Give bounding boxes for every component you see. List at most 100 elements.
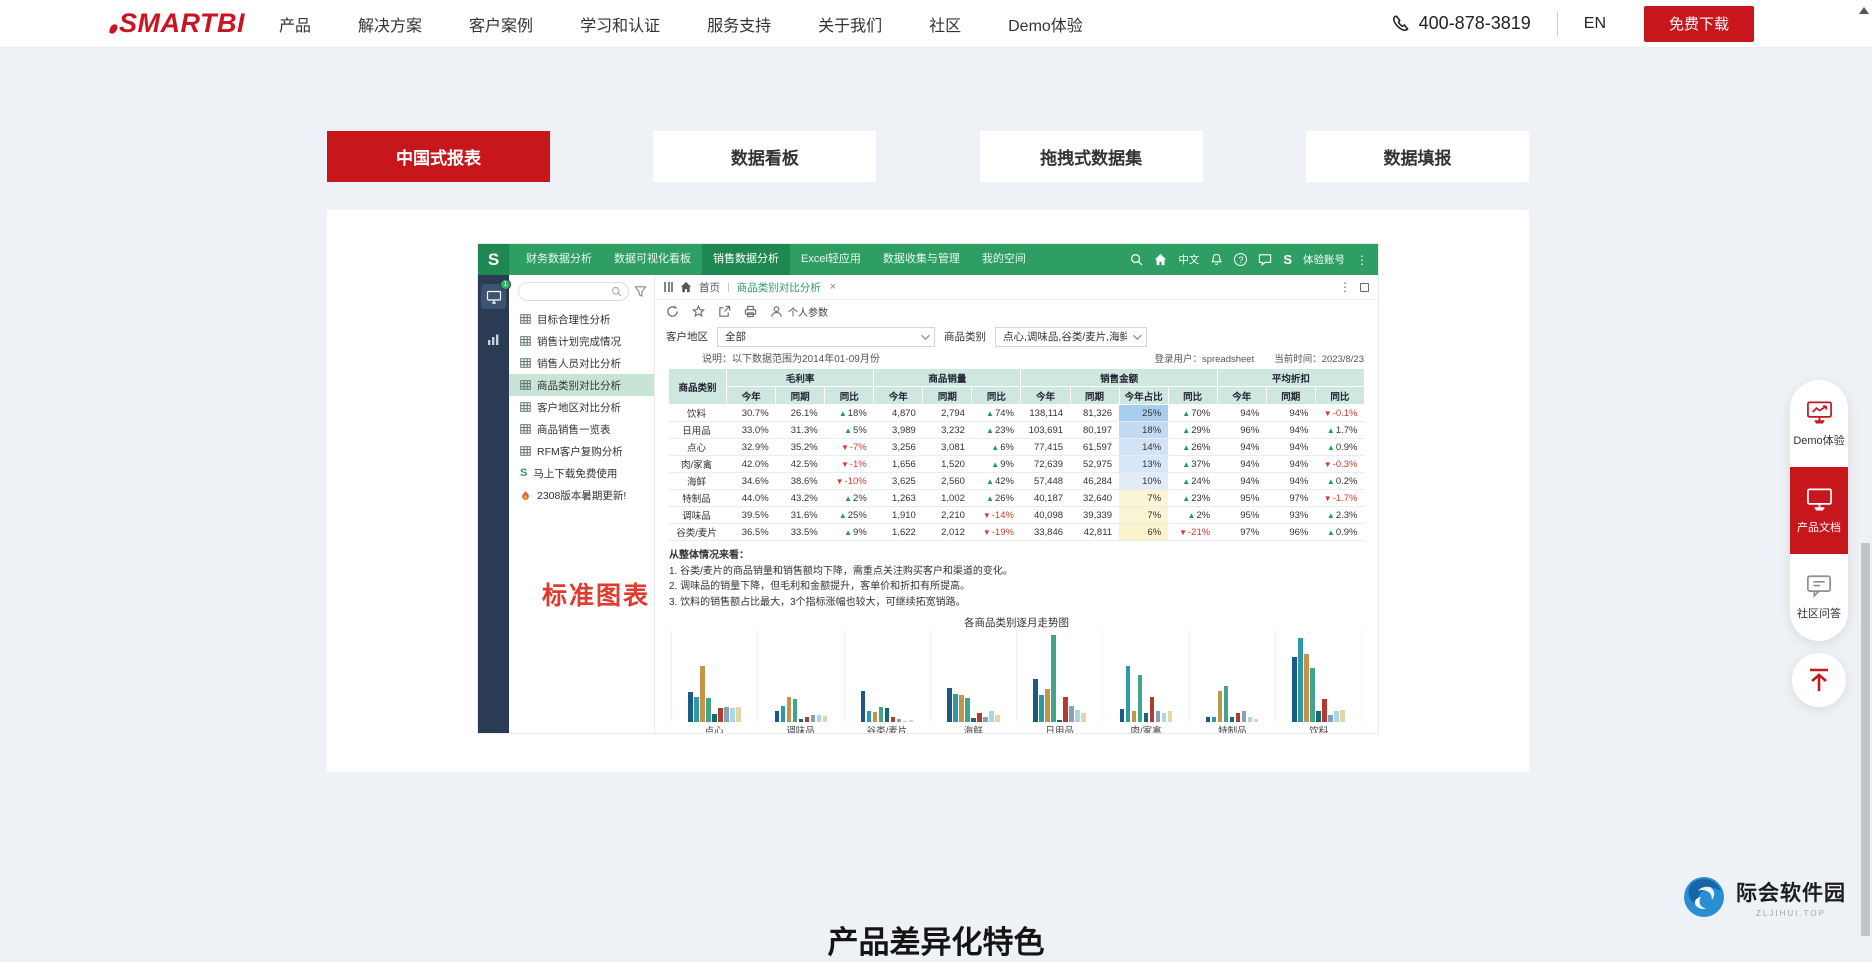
chart-bar <box>953 694 958 722</box>
chart-bar <box>724 707 729 722</box>
chart-category-label: 调味品 <box>757 723 843 734</box>
app-menu-item-数据收集与管理[interactable]: 数据收集与管理 <box>872 244 971 275</box>
panel-toggle-icon[interactable] <box>664 282 673 292</box>
scrollbar-thumb[interactable] <box>1861 543 1870 936</box>
filter-funnel-icon[interactable] <box>634 285 647 298</box>
home-icon[interactable] <box>680 281 692 293</box>
sidebar-report-item[interactable]: RFM客户复购分析 <box>509 440 654 462</box>
nav-item-解决方案[interactable]: 解决方案 <box>358 12 422 36</box>
print-icon[interactable] <box>744 305 757 318</box>
tab-options-icon[interactable]: ⋮ <box>1339 280 1351 294</box>
nav-item-关于我们[interactable]: 关于我们 <box>818 12 882 36</box>
sidebar-search-input[interactable] <box>518 282 629 301</box>
float-item-Demo体验[interactable]: Demo体验 <box>1790 380 1848 467</box>
tab-拖拽式数据集[interactable]: 拖拽式数据集 <box>980 131 1203 182</box>
chart-bar <box>1033 679 1038 722</box>
nav-item-服务支持[interactable]: 服务支持 <box>707 12 771 36</box>
smartbi-logo[interactable]: SMARTBI <box>110 10 245 37</box>
sidebar-report-item[interactable]: 客户地区对比分析 <box>509 396 654 418</box>
tab-数据填报[interactable]: 数据填报 <box>1306 131 1529 182</box>
table-cell: 3,989 <box>874 422 923 439</box>
nav-item-社区[interactable]: 社区 <box>929 12 961 36</box>
float-item-社区问答[interactable]: 社区问答 <box>1790 554 1848 641</box>
tab-数据看板[interactable]: 数据看板 <box>653 131 876 182</box>
language-toggle[interactable]: 中文 <box>1178 252 1199 267</box>
table-subheader: 同比 <box>1168 387 1217 405</box>
category-filter-select[interactable]: 点心,调味品,谷类/麦片,海鲜,E <box>995 327 1147 347</box>
favorite-star-icon[interactable] <box>692 305 705 318</box>
table-cell: 25% <box>1119 405 1168 422</box>
category-filter-label: 商品类别 <box>944 329 986 344</box>
table-cell: ▲24% <box>1168 473 1217 490</box>
chart-bar <box>861 691 866 722</box>
chart-bar <box>817 715 822 722</box>
sidebar-report-item[interactable]: 商品销售一览表 <box>509 418 654 440</box>
phone-number: 400-878-3819 <box>1419 13 1531 34</box>
search-icon[interactable] <box>1130 253 1143 266</box>
account-name[interactable]: 体验账号 <box>1303 252 1345 267</box>
user-parameters-label[interactable]: 个人参数 <box>788 304 828 319</box>
table-header-商品类别: 商品类别 <box>669 369 727 405</box>
table-cell-category: 日用品 <box>669 422 727 439</box>
phone-icon <box>1391 14 1410 33</box>
app-menu-item-我的空间[interactable]: 我的空间 <box>971 244 1037 275</box>
app-menu-item-数据可视化看板[interactable]: 数据可视化看板 <box>603 244 702 275</box>
chat-icon[interactable] <box>1258 253 1272 266</box>
table-header-平均折扣: 平均折扣 <box>1217 369 1364 387</box>
table-cell: 32,640 <box>1070 490 1119 507</box>
table-cell: 2,012 <box>923 524 972 541</box>
current-time: 当前时间：2023/8/23 <box>1274 351 1364 365</box>
help-icon[interactable]: ? <box>1234 253 1247 266</box>
table-cell: ▼-7% <box>825 439 874 456</box>
table-cell: ▼-14% <box>972 507 1021 524</box>
sidebar-item-label: 销售计划完成情况 <box>537 334 621 349</box>
maximize-icon[interactable] <box>1360 283 1369 292</box>
user-parameters-icon[interactable] <box>770 305 783 318</box>
active-report-tab[interactable]: 商品类别对比分析 <box>737 280 821 295</box>
chart-bar <box>736 707 741 722</box>
table-row: 日用品33.0%31.3%▲5%3,9893,232▲23%103,69180,… <box>669 422 1365 439</box>
export-icon[interactable] <box>718 305 731 318</box>
rail-chart-icon[interactable] <box>481 326 506 351</box>
chart-bar <box>706 698 711 722</box>
sidebar-report-item[interactable]: 目标合理性分析 <box>509 308 654 330</box>
sidebar-report-item[interactable]: 2308版本暑期更新! <box>509 484 654 506</box>
home-icon[interactable] <box>1154 253 1167 266</box>
region-filter-select[interactable]: 全部 <box>717 327 935 347</box>
breadcrumb-home[interactable]: 首页 <box>699 280 720 295</box>
nav-item-产品[interactable]: 产品 <box>279 12 311 36</box>
chart-bar <box>712 714 717 722</box>
float-item-产品文档[interactable]: 产品文档 <box>1790 467 1848 554</box>
sidebar-report-item[interactable]: 商品类别对比分析 <box>509 374 654 396</box>
app-menu-item-销售数据分析[interactable]: 销售数据分析 <box>702 244 790 275</box>
sidebar-report-item[interactable]: S马上下载免费使用 <box>509 462 654 484</box>
app-menu-item-Excel轻应用[interactable]: Excel轻应用 <box>790 244 872 275</box>
close-tab-icon[interactable]: × <box>830 281 836 293</box>
chart-category-label: 谷类/麦片 <box>844 723 930 734</box>
sidebar-report-item[interactable]: 销售计划完成情况 <box>509 330 654 352</box>
table-cell: 52,975 <box>1070 456 1119 473</box>
table-subheader: 今年占比 <box>1119 387 1168 405</box>
rail-monitor-icon[interactable]: 1 <box>481 284 506 309</box>
nav-item-客户案例[interactable]: 客户案例 <box>469 12 533 36</box>
free-download-button[interactable]: 免费下载 <box>1644 6 1754 42</box>
chart-group-日用品 <box>1017 630 1103 722</box>
nav-item-Demo体验[interactable]: Demo体验 <box>1008 12 1083 36</box>
tab-中国式报表[interactable]: 中国式报表 <box>327 131 550 182</box>
bell-icon[interactable] <box>1210 253 1223 266</box>
chart-bar <box>977 713 982 722</box>
table-row: 点心32.9%35.2%▼-7%3,2563,081▲6%77,41561,59… <box>669 439 1365 456</box>
table-cell: 95% <box>1217 490 1266 507</box>
scrollbar-up-arrow[interactable] <box>1859 7 1869 14</box>
more-menu-icon[interactable]: ⋮ <box>1356 253 1368 267</box>
app-menu-item-财务数据分析[interactable]: 财务数据分析 <box>515 244 603 275</box>
back-to-top-button[interactable] <box>1792 653 1846 707</box>
table-cell: 26.1% <box>776 405 825 422</box>
sidebar-report-item[interactable]: 销售人员对比分析 <box>509 352 654 374</box>
table-cell: ▼-1% <box>825 456 874 473</box>
refresh-icon[interactable] <box>666 305 679 318</box>
nav-item-学习和认证[interactable]: 学习和认证 <box>580 12 660 36</box>
language-switch[interactable]: EN <box>1584 15 1606 33</box>
app-logo-icon[interactable]: S <box>478 244 509 275</box>
chart-bar <box>1242 711 1247 722</box>
